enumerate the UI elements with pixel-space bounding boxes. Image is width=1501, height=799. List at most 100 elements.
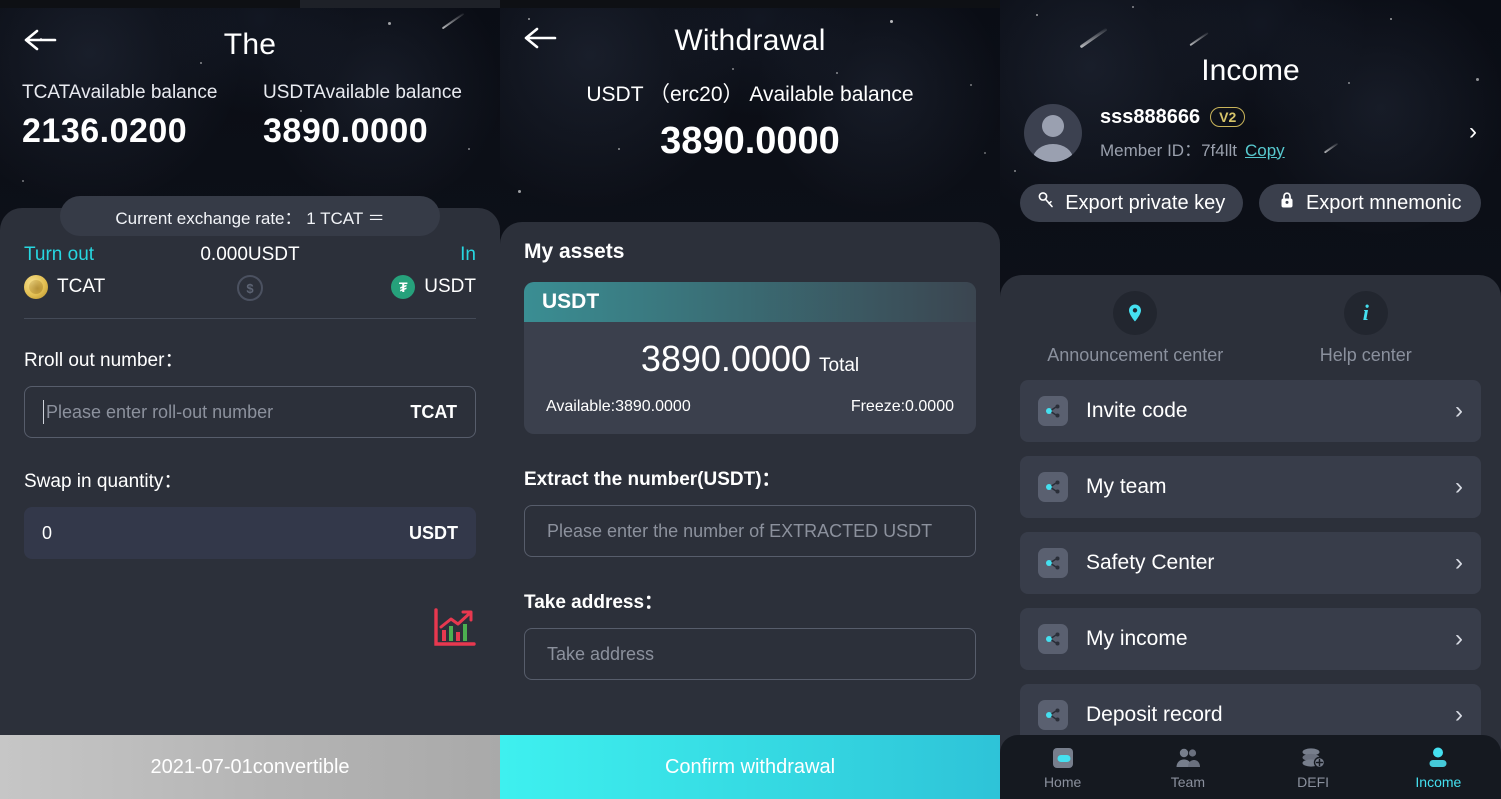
menu-item-my-team[interactable]: My team › (1020, 456, 1481, 518)
withdrawal-card: My assets USDT 3890.0000 Total Available:… (500, 222, 1000, 799)
tab-income[interactable]: Income (1376, 745, 1501, 790)
export-private-key-label: Export private key (1065, 191, 1226, 214)
exchange-rate-pill: Current exchange rate： 1 TCAT ＝ (60, 196, 440, 236)
balance-tcat-label: TCATAvailable balance (22, 82, 218, 103)
menu-item-label: Safety Center (1086, 551, 1215, 574)
balance-tcat: TCATAvailable balance 2136.0200 (22, 82, 237, 151)
lock-icon (1278, 191, 1296, 215)
extract-number-label: Extract the number(USDT)： (524, 469, 781, 490)
nav-row-1: The (0, 0, 500, 72)
tab-home[interactable]: Home (1000, 745, 1125, 790)
take-address-label: Take address： (524, 592, 664, 613)
nav-row-2: Withdrawal (500, 0, 1000, 72)
tab-defi[interactable]: DEFI (1251, 745, 1376, 790)
extract-number-placeholder: Please enter the number of EXTRACTED USD… (547, 520, 933, 541)
chart-trend-icon[interactable] (432, 608, 476, 648)
swap-from[interactable]: Turn out TCAT (24, 244, 173, 299)
menu-item-invite-code[interactable]: Invite code › (1020, 380, 1481, 442)
swap-middle: 0.000USDT $ (173, 244, 327, 301)
profile-text: sss888666 V2 Member ID：7f4llt Copy (1100, 106, 1285, 161)
swap-to-kicker: In (460, 244, 476, 265)
swap-from-kicker: Turn out (24, 244, 95, 265)
chevron-right-icon: › (1455, 625, 1463, 652)
info-icon: i (1343, 291, 1388, 335)
roll-out-placeholder: Please enter roll-out number (46, 401, 274, 422)
text-caret (43, 400, 44, 424)
withdrawal-balance: 3890.0000 (660, 120, 840, 162)
swap-in-input[interactable]: 0 USDT (24, 507, 476, 559)
help-center-button[interactable]: i Help center (1251, 291, 1482, 366)
swap-to-coin: ₮ USDT (327, 275, 476, 299)
extract-number-input[interactable]: Please enter the number of EXTRACTED USD… (524, 505, 976, 557)
person-icon (1376, 745, 1501, 771)
menu-item-safety-center[interactable]: Safety Center › (1020, 532, 1481, 594)
tab-home-label: Home (1043, 773, 1082, 790)
balance-tcat-value: 2136.0200 (22, 112, 188, 150)
swap-toggle[interactable]: $ (173, 275, 327, 301)
confirm-withdrawal-button[interactable]: Confirm withdrawal (500, 735, 1000, 799)
take-address-input[interactable]: Take address (524, 628, 976, 680)
menu-item-label: My team (1086, 475, 1167, 498)
asset-card-usdt: USDT 3890.0000 Total Available:3890.0000 … (524, 282, 976, 434)
chevron-right-icon: › (1455, 549, 1463, 576)
help-center-label: Help center (1319, 345, 1412, 365)
tcat-coin-icon (24, 275, 48, 299)
swap-mid-amount: 0.000USDT (200, 244, 300, 265)
asset-total-label: Total (819, 355, 860, 376)
chevron-right-icon: › (1455, 397, 1463, 424)
announcement-center-button[interactable]: Announcement center (1020, 291, 1251, 366)
swap-to-coin-label: USDT (424, 276, 476, 297)
tab-team-label: Team (1170, 773, 1205, 790)
location-pin-icon (1113, 291, 1158, 335)
balance-usdt-label: USDTAvailable balance (263, 82, 462, 103)
three-phone-screens: The TCATAvailable balance 2136.0200 USDT… (0, 0, 1501, 799)
swap-in-value: 0 (42, 522, 53, 543)
asset-total-value: 3890.0000 (640, 338, 812, 379)
share-node-icon (1038, 624, 1068, 654)
export-mnemonic-button[interactable]: Export mnemonic (1258, 184, 1481, 222)
member-id-value: 7f4llt (1201, 140, 1237, 160)
avatar-icon (1024, 104, 1082, 162)
export-buttons-row: Export private key Export mnemonic (1000, 162, 1501, 222)
member-id-label: Member ID： (1100, 140, 1202, 160)
page-title: Withdrawal (674, 24, 826, 57)
menu-item-label: My income (1086, 627, 1188, 650)
swap-from-coin-label: TCAT (57, 276, 106, 297)
convert-card: Turn out TCAT 0.000USDT $ In ₮ USDT Rrol… (0, 208, 500, 799)
convertible-date-button[interactable]: 2021-07-01convertible (0, 735, 500, 799)
tab-team[interactable]: Team (1125, 745, 1250, 790)
share-node-icon (1038, 396, 1068, 426)
tab-defi-label: DEFI (1297, 773, 1330, 790)
swap-in-label: Swap in quantity： (24, 471, 183, 492)
asset-freeze: Freeze:0.0000 (850, 398, 954, 415)
chevron-right-icon: › (1455, 473, 1463, 500)
roll-out-input[interactable]: Please enter roll-out number TCAT (24, 386, 476, 438)
usdt-coin-icon: ₮ (391, 275, 416, 299)
asset-available: Available:3890.0000 (546, 398, 691, 415)
team-icon (1125, 745, 1250, 771)
asset-total-row: 3890.0000 Total (524, 322, 976, 384)
asset-foot: Available:3890.0000 Freeze:0.0000 (524, 384, 976, 434)
balance-usdt: USDTAvailable balance 3890.0000 (237, 82, 478, 151)
swap-to[interactable]: In ₮ USDT (327, 244, 476, 299)
asset-symbol: USDT (524, 282, 976, 322)
my-assets-label: My assets (524, 240, 625, 263)
balance-usdt-value: 3890.0000 (263, 112, 429, 150)
page-title: The (223, 28, 277, 61)
menu-item-label: Deposit record (1086, 703, 1223, 726)
profile-row[interactable]: sss888666 V2 Member ID：7f4llt Copy › (1000, 88, 1501, 162)
copy-button[interactable]: Copy (1245, 141, 1285, 160)
swap-circle-icon: $ (236, 275, 263, 301)
level-badge: V2 (1210, 107, 1246, 127)
menu-item-label: Invite code (1086, 399, 1188, 422)
home-icon (1000, 745, 1125, 771)
card-divider (24, 318, 476, 319)
panel-income: Income sss888666 V2 Member ID：7f4llt Copy… (1000, 0, 1501, 799)
share-node-icon (1038, 472, 1068, 502)
panel-withdrawal: Withdrawal USDT （erc20） Available balanc… (500, 0, 1000, 799)
export-private-key-button[interactable]: Export private key (1020, 184, 1243, 222)
share-node-icon (1038, 700, 1068, 730)
menu-item-my-income[interactable]: My income › (1020, 608, 1481, 670)
chevron-right-icon: › (1455, 701, 1463, 728)
chevron-right-icon[interactable]: › (1469, 118, 1477, 146)
